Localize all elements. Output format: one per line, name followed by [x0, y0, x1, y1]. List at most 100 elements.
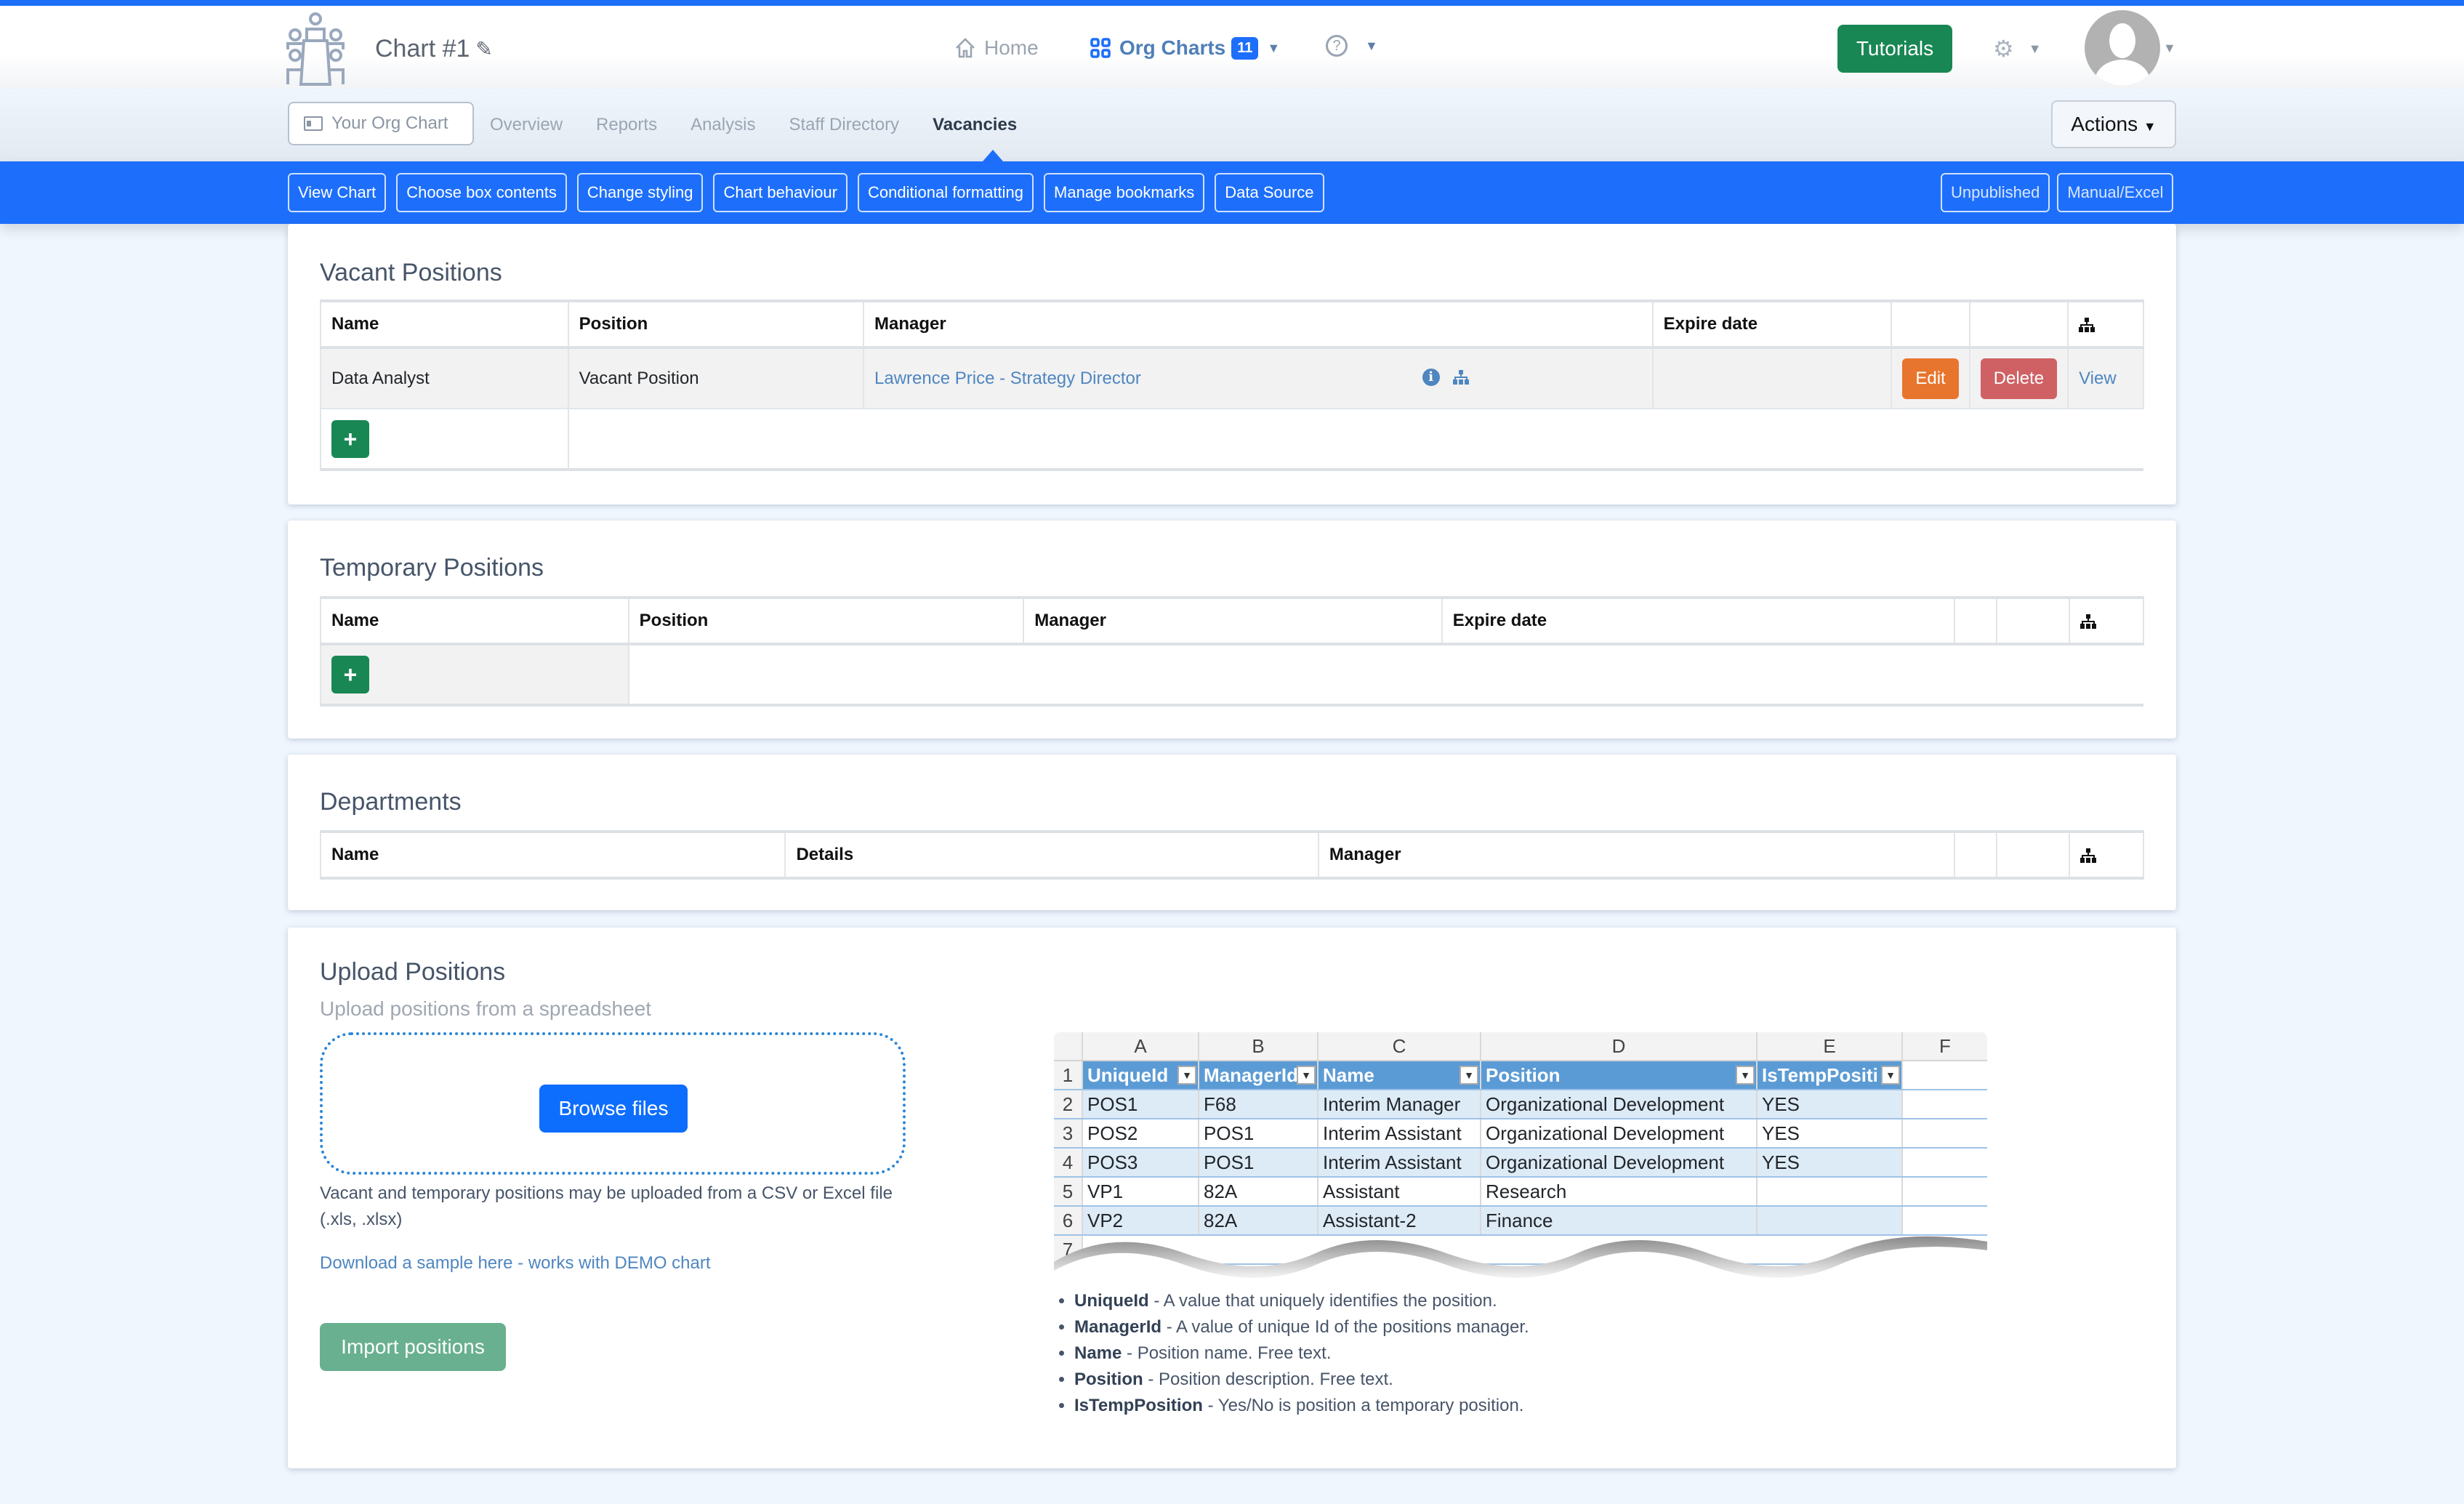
col-letter: A [1083, 1032, 1199, 1060]
tab-analysis[interactable]: Analysis [691, 115, 755, 135]
field-name: ManagerId [1074, 1317, 1162, 1337]
filter-dropdown-icon: ▼ [1460, 1066, 1478, 1085]
pencil-icon[interactable]: ✎ [475, 37, 492, 61]
column-header-chart [2069, 830, 2144, 880]
spreadsheet-header: ManagerId [1204, 1063, 1299, 1086]
cell-position: Vacant Position [567, 347, 865, 409]
field-name: UniqueId [1074, 1291, 1149, 1311]
file-dropzone[interactable]: Browse files [320, 1032, 906, 1175]
import-positions-button[interactable]: Import positions [320, 1323, 506, 1371]
spreadsheet-header: IsTempPositi [1762, 1063, 1878, 1086]
spreadsheet-header: UniqueId [1087, 1063, 1169, 1086]
help-menu[interactable]: ? ▼ [1326, 35, 1378, 57]
nav-org-charts-label: Org Charts [1119, 36, 1226, 59]
filter-dropdown-icon: ▼ [1736, 1066, 1755, 1085]
app-header: Chart #1 ✎ Home Org Charts 11 ▼ ? ▼ Tuto… [0, 6, 2464, 89]
conditional-formatting-button[interactable]: Conditional formatting [858, 173, 1034, 212]
spreadsheet-cell: POS1 [1199, 1119, 1318, 1147]
column-header-position[interactable]: Position [567, 299, 865, 349]
cell-name: Data Analyst [319, 347, 569, 409]
settings-menu[interactable]: ⚙ ▼ [1993, 35, 2042, 63]
column-header-position[interactable]: Position [627, 596, 1025, 646]
download-sample-link[interactable]: Download a sample here - works with DEMO… [320, 1253, 711, 1274]
departments-title: Departments [320, 788, 462, 816]
change-styling-button[interactable]: Change styling [576, 173, 704, 212]
row-number: 5 [1054, 1178, 1083, 1205]
browse-files-button[interactable]: Browse files [539, 1085, 688, 1133]
chart-title-text: Chart #1 [375, 35, 470, 63]
column-header-name[interactable]: Name [320, 596, 629, 646]
column-header-edit [1891, 299, 1970, 349]
spreadsheet-cell: Interim Assistant [1318, 1119, 1481, 1147]
upload-subtitle: Upload positions from a spreadsheet [320, 997, 652, 1020]
spreadsheet-cell: Organizational Development [1481, 1090, 1758, 1118]
actions-dropdown-button[interactable]: Actions ▼ [2051, 100, 2176, 148]
tab-list: Overview Reports Analysis Staff Director… [490, 115, 1017, 135]
view-chart-button[interactable]: View Chart [288, 173, 387, 212]
edit-button[interactable]: Edit [1902, 358, 1959, 399]
actions-label: Actions [2071, 113, 2138, 135]
nav-home[interactable]: Home [955, 36, 1039, 60]
question-circle-icon: ? [1326, 35, 1348, 57]
column-header-manager[interactable]: Manager [1317, 830, 1956, 880]
view-link[interactable]: View [2079, 369, 2117, 388]
column-header-manager[interactable]: Manager [863, 299, 1654, 349]
caret-down-icon[interactable]: ▼ [2163, 41, 2176, 56]
filter-dropdown-icon: ▼ [1297, 1066, 1316, 1085]
column-header-name[interactable]: Name [319, 299, 569, 349]
sitemap-icon[interactable] [1452, 369, 1469, 385]
manage-bookmarks-button[interactable]: Manage bookmarks [1044, 173, 1205, 212]
nav-org-charts[interactable]: Org Charts 11 ▼ [1090, 36, 1280, 60]
spreadsheet-cell: YES [1758, 1090, 1903, 1118]
column-header-expire-date[interactable]: Expire date [1441, 596, 1956, 646]
tab-reports[interactable]: Reports [596, 115, 657, 135]
tab-staff-directory[interactable]: Staff Directory [789, 115, 899, 135]
col-letter: F [1939, 1034, 1951, 1057]
col-letter: C [1318, 1032, 1481, 1060]
spreadsheet-row: 4 POS3 POS1 Interim Assistant Organizational… [1054, 1149, 1987, 1178]
field-desc: - A value of unique Id of the positions … [1161, 1317, 1529, 1337]
table-header-row: Name Position Manager Expire date [319, 299, 2144, 349]
caret-down-icon: ▼ [2028, 41, 2042, 56]
cell-expire-date [1651, 347, 1893, 409]
tab-your-org-chart-label: Your Org Chart [331, 113, 448, 133]
field-description-item: UniqueId - A value that uniquely identif… [1074, 1288, 1529, 1314]
column-header-expire-date[interactable]: Expire date [1651, 299, 1893, 349]
add-vacant-position-button[interactable]: + [331, 419, 369, 458]
delete-button[interactable]: Delete [1980, 358, 2058, 399]
column-header-details[interactable]: Details [784, 830, 1319, 880]
upload-help-text: Vacant and temporary positions may be up… [320, 1183, 893, 1229]
tutorials-button[interactable]: Tutorials [1837, 25, 1952, 73]
add-row: + [319, 408, 2143, 471]
info-icon[interactable]: i [1422, 368, 1440, 386]
column-header-manager[interactable]: Manager [1023, 596, 1443, 646]
tab-vacancies[interactable]: Vacancies [933, 115, 1017, 135]
tab-your-org-chart[interactable]: Your Org Chart [288, 102, 474, 145]
publish-status-button[interactable]: Unpublished [1941, 173, 2050, 212]
spreadsheet-cell: VP1 [1083, 1178, 1199, 1205]
spreadsheet-header-row: 1 UniqueId ▼ ManagerId ▼ Name ▼ Position ▼ I… [1054, 1061, 1987, 1090]
choose-box-contents-button[interactable]: Choose box contents [396, 173, 567, 212]
table-header-row: Name Details Manager [320, 830, 2144, 880]
user-avatar[interactable] [2085, 10, 2160, 86]
add-row: + [320, 643, 2143, 707]
spreadsheet-cell: YES [1758, 1119, 1903, 1147]
column-header-chart [2069, 596, 2144, 646]
sub-navigation: Your Org Chart Overview Reports Analysis… [0, 89, 2464, 161]
manager-link[interactable]: Lawrence Price - Strategy Director [874, 369, 1141, 388]
nav-home-label: Home [984, 36, 1039, 59]
field-desc: - A value that uniquely identifies the p… [1148, 1291, 1497, 1311]
data-source-button[interactable]: Data Source [1215, 173, 1324, 212]
field-name: Name [1074, 1343, 1122, 1363]
chart-title[interactable]: Chart #1 ✎ [375, 35, 493, 63]
data-mode-button[interactable]: Manual/Excel [2057, 173, 2174, 212]
chart-behaviour-button[interactable]: Chart behaviour [713, 173, 847, 212]
sitemap-icon [2080, 848, 2097, 863]
field-descriptions: UniqueId - A value that uniquely identif… [1054, 1288, 1529, 1419]
spreadsheet-cell: YES [1758, 1149, 1903, 1176]
add-temporary-position-button[interactable]: + [331, 656, 369, 693]
field-description-item: ManagerId - A value of unique Id of the … [1074, 1314, 1529, 1340]
column-header-name[interactable]: Name [320, 830, 786, 880]
column-header-chart [2067, 299, 2144, 349]
tab-overview[interactable]: Overview [490, 115, 563, 135]
